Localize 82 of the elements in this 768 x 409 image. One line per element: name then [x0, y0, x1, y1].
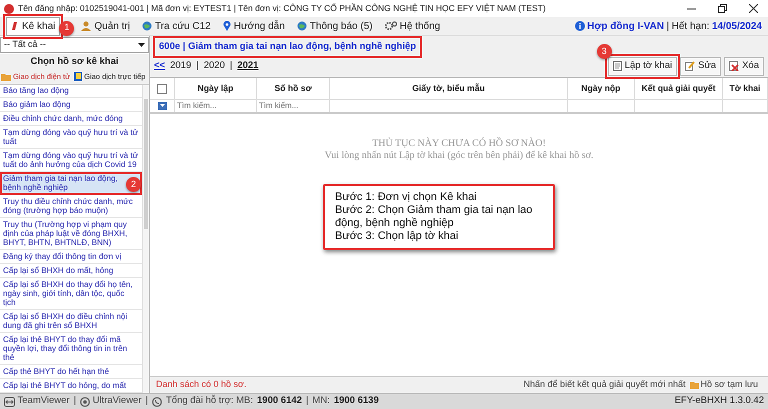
column-header: Tờ khai	[722, 78, 768, 100]
instruction-step: Bước 1: Đơn vị chọn Kê khai	[335, 191, 543, 204]
edit-icon	[685, 61, 696, 72]
year-tab[interactable]: 2019	[170, 59, 192, 74]
separator-text: |	[74, 394, 76, 408]
sidebar-item[interactable]: Tạm dừng đóng vào quỹ hưu trí và tử tuất do ảnh hưởng của dịch Covid 19	[0, 149, 142, 172]
sidebar-item[interactable]: Tạm dừng đóng vào quỹ hưu trí và tử tuất	[0, 126, 142, 150]
expiry-label: Hết hạn:	[672, 20, 710, 34]
sidebar-item[interactable]: Cấp lại thẻ BHYT do thay đổi mã quyền lợi, thay đổi thông tin in trên thẻ	[0, 333, 142, 366]
temp-save-button[interactable]: Hồ sơ tạm lưu	[686, 378, 762, 392]
document-icon	[74, 72, 82, 82]
sidebar-item[interactable]: Báo tăng lao động	[0, 84, 142, 98]
column-header: Ngày nộp	[567, 78, 635, 100]
sidebar-item[interactable]: Cấp lại sổ BHXH do điều chỉnh nội dung đã ghi trên sổ BHXH	[0, 310, 142, 334]
select-all-checkbox[interactable]	[157, 84, 168, 94]
sidebar-item[interactable]: Cấp lại sổ BHXH do thay đổi họ tên, ngày sinh, giới tính, dân tộc, quốc tịch	[0, 278, 142, 310]
separator-text: |	[666, 20, 670, 34]
filter-icon	[158, 102, 167, 110]
menu-item[interactable]: Quản trị	[76, 16, 135, 36]
delete-icon	[729, 61, 740, 72]
menu-item[interactable]: Hệ thống	[380, 16, 446, 36]
map-pin-icon	[222, 21, 231, 31]
scrollbar[interactable]	[142, 84, 149, 393]
caret-icon	[138, 43, 145, 47]
globe-icon	[142, 21, 152, 31]
separator-text: |	[230, 59, 232, 74]
sidebar-item[interactable]: Báo giảm lao động	[0, 98, 142, 112]
hotline-number: 1900 6142	[257, 394, 302, 408]
teamviewer-icon	[4, 396, 15, 406]
sidebar-item[interactable]: Điều chỉnh chức danh, mức đóng	[0, 112, 142, 126]
result-hint: Nhấn để biết kết quả giải quyết mới nhất	[524, 378, 686, 392]
record-count: Danh sách có 0 hồ sơ.	[156, 378, 246, 392]
sidebar-item[interactable]: Cấp thẻ BHYT do hết hạn thẻ	[0, 365, 142, 380]
empty-state-title: THỦ TỤC NÀY CHƯA CÓ HỒ SƠ NÀO!	[372, 138, 546, 150]
expiry-date: 14/05/2024	[712, 20, 762, 34]
contract-link[interactable]: Hợp đồng I-VAN	[587, 18, 664, 34]
restore-icon[interactable]	[718, 4, 727, 13]
pen-icon	[11, 21, 19, 31]
callout-number: 1	[59, 20, 74, 36]
settings-icon	[384, 21, 397, 31]
menu-item[interactable]: Tra cứu C12	[136, 16, 216, 36]
sidebar-item[interactable]: Truy thu (Trường hợp vi phạm quy định của pháp luật về đóng BHXH, BHYT, BHTN, BHTNLĐ, BNN)	[0, 218, 142, 250]
window-title: Tên đăng nhập: 0102519041-001 | Mã đơn vị: EYTEST1 | Tên đơn vị: CÔNG TY CỔ PHẦN CÔNG NGHỆ TIN HỌC EFY VIỆT NAM (TEST)	[18, 2, 546, 15]
close-icon[interactable]	[749, 4, 758, 13]
hotline-label: Tổng đài hỗ trợ: MB:	[166, 394, 254, 408]
sidebar-item[interactable]: Cấp lại thẻ BHYT do hỏng, do mất	[0, 379, 142, 393]
phone-icon	[152, 396, 162, 406]
status-link[interactable]: UltraViewer	[80, 394, 142, 409]
globe-icon	[296, 21, 307, 31]
status-link[interactable]: TeamViewer	[4, 394, 70, 409]
toolbar-button[interactable]: Xóa	[724, 57, 764, 76]
separator-text: |	[196, 59, 199, 74]
info-icon	[574, 21, 585, 31]
callout-number: 3	[596, 44, 612, 60]
year-tab[interactable]: 2021	[237, 59, 258, 74]
sidebar-item[interactable]: Truy thu điều chỉnh chức danh, mức đóng (trường hợp báo muộn)	[0, 195, 142, 218]
separator-text: |	[306, 394, 308, 408]
sidebar-item[interactable]: Cấp lại sổ BHXH do mất, hỏng	[0, 264, 142, 278]
instruction-step: Bước 3: Chọn lập tờ khai	[335, 230, 543, 243]
folder-icon	[1, 72, 11, 81]
hotline-label: MN:	[312, 394, 330, 408]
version-text: EFY-eBHXH 1.3.0.42	[674, 394, 764, 408]
menu-item[interactable]: Hướng dẫn	[218, 16, 290, 36]
filter-dropdown[interactable]: -- Tất cả --	[0, 37, 149, 53]
menu-item[interactable]: Thông báo (5)	[292, 16, 378, 36]
empty-state-hint: Vui lòng nhấn nút Lập tờ khai (góc trên bên phải) để kê khai hồ sơ.	[324, 150, 594, 162]
column-header: Giấy tờ, biểu mẫu	[330, 78, 568, 100]
user-icon	[81, 21, 92, 31]
panel-heading: Chọn hồ sơ kê khai	[0, 54, 149, 70]
folder-icon	[690, 381, 699, 389]
column-header: Kết quả giải quyết	[634, 78, 722, 100]
ultraviewer-icon	[80, 396, 90, 406]
app-logo-icon	[4, 4, 14, 14]
hotline-number: 1900 6139	[334, 394, 379, 408]
instruction-step: Bước 2: Chọn Giảm tham gia tai nạn lao động, bệnh nghề nghiệp	[335, 204, 543, 230]
year-tab[interactable]: 2020	[204, 59, 225, 74]
procedure-title: 600e | Giảm tham gia tai nạn lao động, bệnh nghề nghiệp	[156, 39, 420, 56]
toolbar-button[interactable]: Sửa	[680, 57, 722, 76]
document-icon	[612, 61, 622, 72]
separator-text: |	[146, 394, 148, 408]
previous-years-link[interactable]: <<	[154, 59, 166, 74]
sidebar-item[interactable]: Đăng ký thay đổi thông tin đơn vị	[0, 250, 142, 264]
